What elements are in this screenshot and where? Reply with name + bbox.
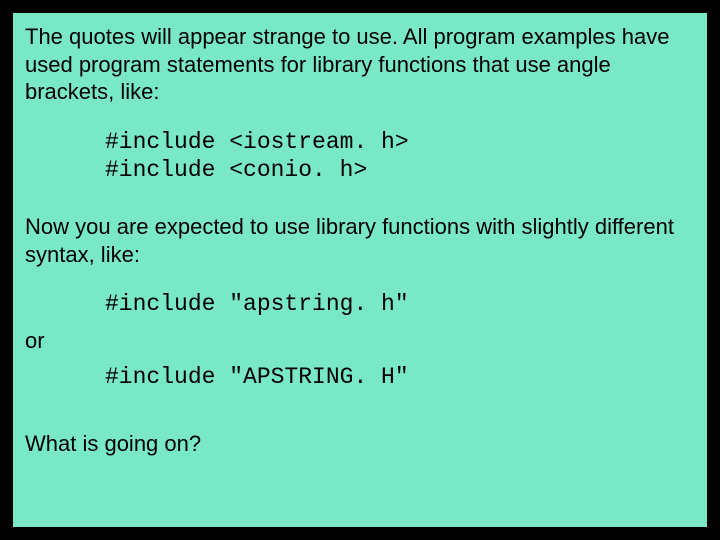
code-block-quotes: #include "apstring. h" or #include "APST…	[25, 290, 695, 392]
code-line-4: #include "APSTRING. H"	[25, 363, 695, 392]
code-line-2: #include <conio. h>	[105, 157, 367, 183]
code-line-3: #include "apstring. h"	[25, 290, 695, 319]
paragraph-2: Now you are expected to use library func…	[25, 213, 695, 268]
code-block-angle-brackets: #include <iostream. h> #include <conio. …	[25, 128, 695, 186]
slide-panel: The quotes will appear strange to use. A…	[10, 10, 710, 530]
final-question: What is going on?	[25, 430, 695, 458]
or-label: or	[25, 319, 695, 363]
paragraph-1: The quotes will appear strange to use. A…	[25, 23, 695, 106]
code-line-1: #include <iostream. h>	[105, 129, 409, 155]
